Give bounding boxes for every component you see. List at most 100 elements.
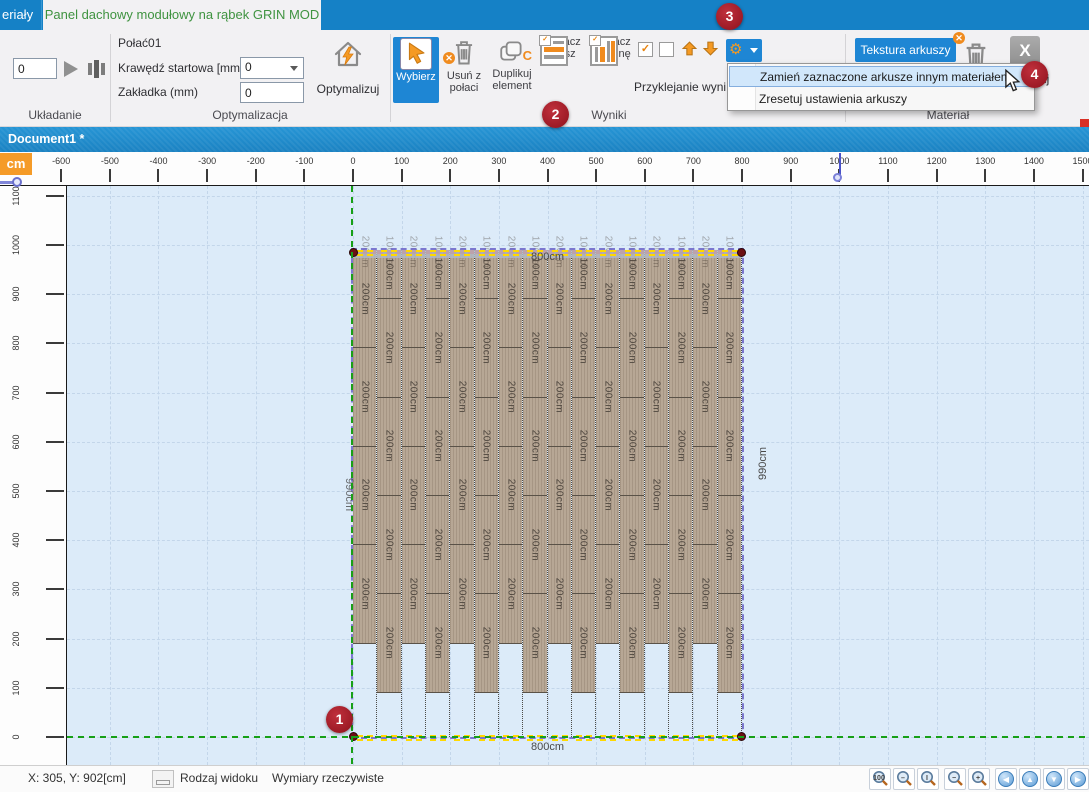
sheet-segment[interactable]: 200cm bbox=[693, 545, 716, 643]
roof-panel-layout[interactable]: 200cm200cm200cm200cm200cm100cm200cm200cm… bbox=[353, 250, 742, 737]
sheet-segment[interactable]: 200cm bbox=[523, 496, 546, 594]
sheet-segment[interactable]: 200cm bbox=[450, 545, 473, 643]
checkbox-checked-icon[interactable]: ✓ bbox=[638, 42, 653, 57]
pan-up-button[interactable]: ▲ bbox=[1019, 768, 1041, 790]
sheet-segment[interactable]: 200cm bbox=[572, 299, 595, 397]
sheet-segment[interactable]: 200cm bbox=[572, 398, 595, 496]
zoom-out-button[interactable]: − bbox=[944, 768, 966, 790]
sheet-segment[interactable]: 200cm bbox=[596, 545, 619, 643]
sheet-segment[interactable]: 200cm bbox=[669, 594, 692, 692]
sheet-length-label: 200cm bbox=[529, 627, 540, 660]
sheet-segment[interactable]: 200cm bbox=[499, 447, 522, 545]
sheet-segment[interactable]: 200cm bbox=[669, 398, 692, 496]
sheet-segment[interactable]: 200cm bbox=[426, 496, 449, 594]
view-type-icon[interactable] bbox=[152, 770, 174, 788]
sheet-segment[interactable]: 200cm bbox=[523, 398, 546, 496]
sheet-segment[interactable]: 200cm bbox=[402, 348, 425, 446]
optimize-button[interactable]: Optymalizuj bbox=[306, 36, 390, 124]
sheet-segment[interactable]: 200cm bbox=[693, 348, 716, 446]
ruler-marker-handle[interactable] bbox=[833, 173, 842, 182]
sheet-length-label: 200cm bbox=[432, 430, 443, 463]
start-edge-combobox[interactable]: 0 bbox=[240, 57, 304, 79]
select-row-button[interactable]: ✓ Zaznacz wiersz bbox=[537, 37, 583, 103]
sheet-segment[interactable]: 200cm bbox=[377, 299, 400, 397]
sheet-texture-button[interactable]: Tekstura arkuszy bbox=[855, 38, 956, 62]
sheet-segment[interactable]: 200cm bbox=[475, 398, 498, 496]
sheet-segment[interactable]: 200cm bbox=[377, 496, 400, 594]
select-column-button[interactable]: ✓ Zaznacz kolumnę bbox=[585, 37, 635, 103]
vruler-marker-handle[interactable] bbox=[12, 177, 22, 187]
sheet-settings-gear-button[interactable]: ⚙ bbox=[726, 39, 762, 62]
layout-count-input[interactable] bbox=[13, 58, 57, 79]
sheet-segment[interactable]: 200cm bbox=[693, 447, 716, 545]
columns-layout-icon[interactable] bbox=[88, 60, 108, 78]
sheet-segment[interactable]: 200cm bbox=[645, 545, 668, 643]
sheet-segment[interactable]: 200cm bbox=[450, 348, 473, 446]
sheet-segment[interactable]: 200cm bbox=[548, 348, 571, 446]
sheet-segment[interactable]: 200cm bbox=[596, 447, 619, 545]
sheet-segment[interactable]: 200cm bbox=[450, 447, 473, 545]
sheet-segment[interactable]: 200cm bbox=[572, 594, 595, 692]
sheet-segment[interactable]: 200cm bbox=[426, 594, 449, 692]
sheet-segment[interactable]: 200cm bbox=[669, 496, 692, 594]
sheet-segment[interactable]: 200cm bbox=[620, 594, 643, 692]
sheet-segment[interactable]: 200cm bbox=[572, 496, 595, 594]
sheet-segment[interactable]: 200cm bbox=[377, 594, 400, 692]
sheet-segment[interactable]: 200cm bbox=[645, 348, 668, 446]
menu-item-replace-sheets[interactable]: Zamień zaznaczone arkusze innym materiał… bbox=[729, 66, 1033, 87]
pan-left-button[interactable]: ◀ bbox=[995, 768, 1017, 790]
drawing-canvas[interactable]: 200cm200cm200cm200cm200cm100cm200cm200cm… bbox=[67, 186, 1089, 765]
panel-corner-dot[interactable] bbox=[737, 248, 746, 257]
sheet-segment[interactable]: 200cm bbox=[718, 496, 741, 594]
duplicate-element-button[interactable]: C Duplikuj element bbox=[489, 37, 535, 103]
overlap-input[interactable] bbox=[240, 82, 304, 103]
sheet-length-label: 200cm bbox=[651, 479, 662, 512]
sheet-segment[interactable]: 200cm bbox=[353, 545, 376, 643]
sheet-segment[interactable]: 200cm bbox=[669, 299, 692, 397]
select-tool-button[interactable]: Wybierz bbox=[393, 37, 439, 103]
grid-line bbox=[1034, 186, 1036, 765]
sheet-segment[interactable]: 200cm bbox=[718, 398, 741, 496]
sheet-segment[interactable]: 200cm bbox=[620, 398, 643, 496]
sheet-segment[interactable]: 200cm bbox=[523, 299, 546, 397]
sheet-segment[interactable]: 200cm bbox=[475, 496, 498, 594]
sheet-segment[interactable]: 200cm bbox=[475, 594, 498, 692]
checkbox-empty-icon[interactable] bbox=[659, 42, 674, 57]
zoom-in-button[interactable]: + bbox=[968, 768, 990, 790]
sheet-segment[interactable]: 200cm bbox=[620, 496, 643, 594]
move-down-icon[interactable] bbox=[702, 40, 719, 62]
zoom-selection-button[interactable]: I bbox=[917, 768, 939, 790]
sheet-segment[interactable]: 200cm bbox=[548, 447, 571, 545]
apply-layout-icon[interactable] bbox=[64, 61, 78, 77]
pan-down-button[interactable]: ▼ bbox=[1043, 768, 1065, 790]
sheet-segment[interactable]: 200cm bbox=[402, 447, 425, 545]
application-window: eriały Panel dachowy modułowy na rąbek G… bbox=[0, 0, 1089, 792]
document-tab[interactable]: Document1 * bbox=[8, 127, 84, 152]
sheet-segment[interactable]: 200cm bbox=[353, 348, 376, 446]
sheet-segment[interactable]: 200cm bbox=[426, 299, 449, 397]
sheet-segment[interactable]: 200cm bbox=[620, 299, 643, 397]
sheet-segment[interactable]: 200cm bbox=[475, 299, 498, 397]
pan-right-button[interactable]: ▶ bbox=[1067, 768, 1089, 790]
sheet-segment[interactable]: 200cm bbox=[353, 447, 376, 545]
sheet-segment[interactable]: 200cm bbox=[426, 398, 449, 496]
sheet-segment[interactable]: 200cm bbox=[499, 545, 522, 643]
sheet-segment[interactable]: 200cm bbox=[402, 545, 425, 643]
zoom-fit-width-button[interactable]: – bbox=[893, 768, 915, 790]
tab-materials-partial[interactable]: eriały bbox=[0, 0, 42, 30]
menu-item-reset-sheets[interactable]: Zresetuj ustawienia arkuszy bbox=[729, 89, 1033, 110]
sheet-segment[interactable]: 200cm bbox=[718, 594, 741, 692]
sheet-segment[interactable]: 200cm bbox=[718, 299, 741, 397]
grid-line bbox=[888, 186, 890, 765]
sheet-length-label: 200cm bbox=[432, 627, 443, 660]
move-up-icon[interactable] bbox=[681, 40, 698, 62]
sheet-segment[interactable]: 200cm bbox=[499, 348, 522, 446]
sheet-segment[interactable]: 200cm bbox=[596, 348, 619, 446]
sheet-segment[interactable]: 200cm bbox=[645, 447, 668, 545]
zoom-100-button[interactable]: 100 bbox=[869, 768, 891, 790]
sheet-segment[interactable]: 200cm bbox=[523, 594, 546, 692]
sheet-segment[interactable]: 200cm bbox=[377, 398, 400, 496]
sheet-segment[interactable]: 200cm bbox=[548, 545, 571, 643]
tab-active-panel[interactable]: Panel dachowy modułowy na rąbek GRIN MOD bbox=[43, 0, 321, 30]
remove-from-surface-button[interactable]: ✕ Usuń z połaci bbox=[441, 37, 487, 103]
